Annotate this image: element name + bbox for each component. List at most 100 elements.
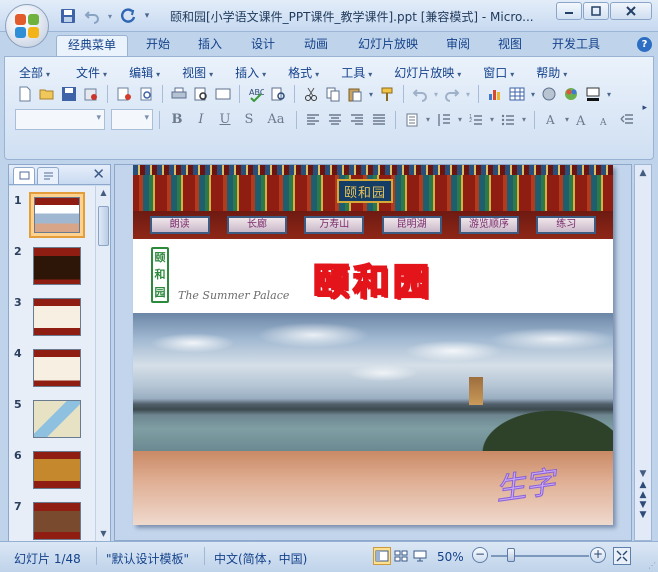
zoom-slider-track[interactable] bbox=[491, 555, 589, 557]
align-right-icon[interactable] bbox=[347, 110, 367, 130]
shrink-font-icon[interactable]: A bbox=[595, 110, 615, 130]
text-direction-dropdown-icon[interactable]: ▾ bbox=[424, 110, 432, 130]
nav-button-reading[interactable]: 朗读 bbox=[149, 216, 210, 234]
slide-thumb-6[interactable]: 6 bbox=[9, 447, 95, 497]
zoom-slider-knob[interactable] bbox=[507, 548, 515, 562]
customize-qat-icon[interactable]: ▾ bbox=[142, 7, 152, 25]
tab-classic-menu[interactable]: 经典菜单 bbox=[56, 35, 128, 56]
grow-font-icon[interactable]: A bbox=[573, 110, 593, 130]
undo-dropdown-icon[interactable]: ▾ bbox=[432, 84, 440, 104]
insert-table-icon[interactable] bbox=[507, 84, 527, 104]
prev-slide-icon[interactable]: ▲ ▲ bbox=[635, 480, 651, 500]
ribbon-overflow-icon[interactable]: ▸ bbox=[642, 103, 647, 113]
bullets-dropdown-icon[interactable]: ▾ bbox=[520, 110, 528, 130]
resize-grip-icon[interactable]: ⋰ bbox=[648, 561, 656, 570]
menu-view[interactable]: 视图 bbox=[176, 64, 223, 81]
menu-format[interactable]: 格式 bbox=[282, 64, 329, 81]
redo-icon[interactable] bbox=[118, 7, 138, 25]
current-slide[interactable]: 颐和园 朗读 长廊 万寿山 昆明湖 游览顺序 练习 颐 和 园 The Summ… bbox=[133, 165, 613, 525]
text-direction-icon[interactable] bbox=[402, 110, 422, 130]
font-color-dropdown-icon[interactable]: ▾ bbox=[563, 110, 571, 130]
nav-button-tour-order[interactable]: 游览顺序 bbox=[458, 216, 519, 234]
line-spacing-dropdown-icon[interactable]: ▾ bbox=[456, 110, 464, 130]
thumbnails-scrollbar[interactable]: ▲ ▼ bbox=[95, 186, 110, 541]
redo-icon[interactable] bbox=[442, 84, 462, 104]
underline-button[interactable]: U bbox=[214, 110, 236, 130]
slideshow-view-icon[interactable] bbox=[411, 547, 429, 565]
redo-dropdown-icon[interactable]: ▾ bbox=[464, 84, 472, 104]
preview-icon[interactable] bbox=[191, 84, 211, 104]
fill-color-dropdown-icon[interactable]: ▾ bbox=[605, 84, 613, 104]
save-icon[interactable] bbox=[58, 7, 78, 25]
nav-button-kunming-lake[interactable]: 昆明湖 bbox=[381, 216, 442, 234]
paste-dropdown-icon[interactable]: ▾ bbox=[367, 84, 375, 104]
email-icon[interactable] bbox=[114, 84, 134, 104]
font-color-icon[interactable]: A bbox=[541, 110, 561, 130]
next-slide-icon[interactable]: ▼ ▼ bbox=[635, 500, 651, 520]
fit-to-window-icon[interactable] bbox=[613, 547, 631, 565]
cut-icon[interactable] bbox=[301, 84, 321, 104]
open-folder-icon[interactable] bbox=[37, 84, 57, 104]
menu-help[interactable]: 帮助 bbox=[530, 64, 577, 81]
research-icon[interactable] bbox=[268, 84, 288, 104]
slide-thumb-3[interactable]: 3 bbox=[9, 294, 95, 344]
nav-button-long-corridor[interactable]: 长廊 bbox=[226, 216, 287, 234]
tab-insert[interactable]: 插入 bbox=[190, 35, 230, 56]
scrollbar-thumb[interactable] bbox=[98, 206, 109, 246]
slide-thumb-1[interactable]: 1 bbox=[9, 192, 95, 242]
insert-chart-icon[interactable] bbox=[485, 84, 505, 104]
bold-button[interactable]: B bbox=[166, 110, 188, 130]
numbering-dropdown-icon[interactable]: ▾ bbox=[488, 110, 496, 130]
zoom-in-button[interactable]: + bbox=[590, 547, 606, 563]
italic-button[interactable]: I bbox=[190, 110, 212, 130]
tab-outline-icon[interactable] bbox=[37, 167, 59, 184]
copy-icon[interactable] bbox=[323, 84, 343, 104]
bullets-icon[interactable] bbox=[498, 110, 518, 130]
tab-slides-icon[interactable] bbox=[13, 167, 35, 184]
menu-window[interactable]: 窗口 bbox=[477, 64, 524, 81]
undo-icon[interactable] bbox=[82, 7, 102, 25]
tab-slideshow[interactable]: 幻灯片放映 bbox=[352, 35, 424, 56]
slide-layout-icon[interactable] bbox=[213, 84, 233, 104]
menu-tools[interactable]: 工具 bbox=[335, 64, 382, 81]
menu-slideshow[interactable]: 幻灯片放映 bbox=[388, 64, 471, 81]
close-panel-icon[interactable]: ✕ bbox=[92, 165, 105, 183]
minimize-button[interactable] bbox=[556, 2, 582, 20]
tab-review[interactable]: 审阅 bbox=[438, 35, 478, 56]
table-dropdown-icon[interactable]: ▾ bbox=[529, 84, 537, 104]
slide-sorter-view-icon[interactable] bbox=[392, 547, 410, 565]
change-case-button[interactable]: Aa bbox=[262, 110, 290, 130]
print-icon[interactable] bbox=[169, 84, 189, 104]
menu-all[interactable]: 全部 bbox=[13, 64, 60, 81]
close-button[interactable] bbox=[610, 2, 652, 20]
numbering-icon[interactable]: 12 bbox=[466, 110, 486, 130]
slide-thumb-2[interactable]: 2 bbox=[9, 243, 95, 293]
paste-icon[interactable] bbox=[345, 84, 365, 104]
tab-animations[interactable]: 动画 bbox=[296, 35, 336, 56]
tab-design[interactable]: 设计 bbox=[243, 35, 283, 56]
spelling-icon[interactable]: ABC bbox=[246, 84, 266, 104]
color-icon[interactable] bbox=[561, 84, 581, 104]
format-painter-icon[interactable] bbox=[377, 84, 397, 104]
maximize-button[interactable] bbox=[583, 2, 609, 20]
zoom-level[interactable]: 50% bbox=[437, 550, 464, 564]
normal-view-icon[interactable] bbox=[373, 547, 391, 565]
tab-home[interactable]: 开始 bbox=[138, 35, 178, 56]
justify-icon[interactable] bbox=[369, 110, 389, 130]
zoom-out-button[interactable]: − bbox=[472, 547, 488, 563]
slide-thumb-7[interactable]: 7 bbox=[9, 498, 95, 541]
fill-color-icon[interactable] bbox=[583, 84, 603, 104]
undo-icon[interactable] bbox=[410, 84, 430, 104]
menu-insert[interactable]: 插入 bbox=[229, 64, 276, 81]
scroll-down-icon[interactable]: ▼ bbox=[635, 466, 651, 482]
scroll-down-icon[interactable]: ▼ bbox=[96, 527, 111, 541]
new-file-icon[interactable] bbox=[15, 84, 35, 104]
office-button[interactable] bbox=[5, 4, 49, 48]
font-size-combo[interactable] bbox=[111, 109, 153, 130]
help-icon[interactable]: ? bbox=[637, 37, 652, 52]
slide-thumb-5[interactable]: 5 bbox=[9, 396, 95, 446]
new-words-link[interactable]: 生字 bbox=[492, 457, 558, 509]
undo-dropdown-icon[interactable]: ▾ bbox=[106, 7, 114, 25]
decrease-indent-icon[interactable] bbox=[617, 110, 637, 130]
align-center-icon[interactable] bbox=[325, 110, 345, 130]
